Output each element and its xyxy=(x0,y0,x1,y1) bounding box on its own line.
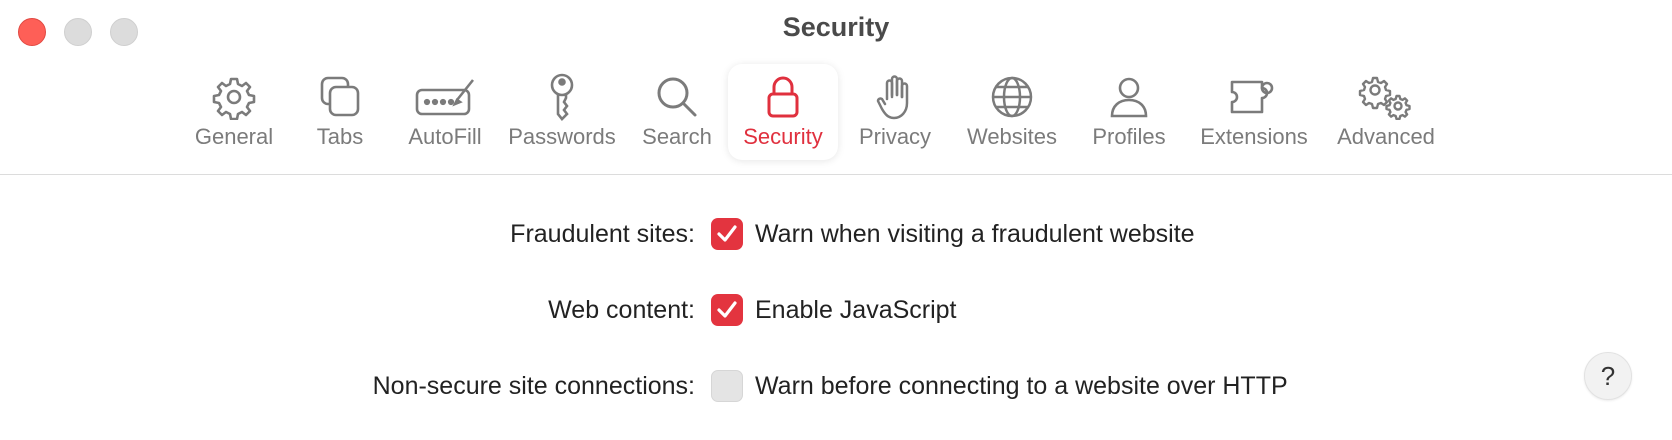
gears-icon xyxy=(1358,70,1414,124)
tab-autofill[interactable]: AutoFill xyxy=(392,64,498,160)
help-button[interactable]: ? xyxy=(1584,352,1632,400)
fraudulent-sites-checkbox[interactable] xyxy=(711,218,743,250)
tab-label: Security xyxy=(743,124,823,149)
tab-label: AutoFill xyxy=(408,124,482,149)
checkmark-icon xyxy=(717,225,737,242)
enable-javascript-checkbox[interactable] xyxy=(711,294,743,326)
setting-option-text[interactable]: Warn when visiting a fraudulent website xyxy=(755,220,1195,249)
setting-option-text[interactable]: Enable JavaScript xyxy=(755,296,957,325)
preferences-toolbar: General Tabs AutoFill Passwords Search S… xyxy=(180,64,1450,160)
setting-label: Fraudulent sites: xyxy=(510,220,695,248)
window-titlebar: Security General Tabs AutoFill Passwords… xyxy=(0,0,1672,175)
tab-extensions[interactable]: Extensions xyxy=(1186,64,1322,160)
setting-label: Web content: xyxy=(548,296,695,324)
tab-label: Websites xyxy=(966,124,1058,149)
window-title: Security xyxy=(782,12,890,42)
autofill-icon xyxy=(413,70,477,124)
tab-profiles[interactable]: Profiles xyxy=(1072,64,1186,160)
setting-row-fraudulent-sites: Fraudulent sites: Warn when visiting a f… xyxy=(0,214,1672,254)
tab-search[interactable]: Search xyxy=(626,64,728,160)
tab-label: Passwords xyxy=(508,124,616,149)
tab-advanced[interactable]: Advanced xyxy=(1322,64,1450,160)
lock-icon xyxy=(763,70,803,124)
person-icon xyxy=(1106,70,1152,124)
tabs-icon xyxy=(317,70,363,124)
tab-general[interactable]: General xyxy=(180,64,288,160)
tab-label: General xyxy=(194,124,274,149)
setting-row-web-content: Web content: Enable JavaScript xyxy=(0,290,1672,330)
gear-icon xyxy=(211,70,257,124)
checkmark-icon xyxy=(717,301,737,318)
globe-icon xyxy=(989,70,1035,124)
tab-label: Advanced xyxy=(1337,124,1435,149)
setting-row-non-secure-connections: Non-secure site connections: Warn before… xyxy=(0,366,1672,406)
tab-label: Extensions xyxy=(1200,124,1308,149)
tab-label: Profiles xyxy=(1092,124,1166,149)
warn-http-checkbox[interactable] xyxy=(711,370,743,402)
setting-label: Non-secure site connections: xyxy=(372,372,695,400)
hand-icon xyxy=(875,70,915,124)
tab-security[interactable]: Security xyxy=(728,64,838,160)
tab-privacy[interactable]: Privacy xyxy=(838,64,952,160)
tab-label: Tabs xyxy=(316,124,364,149)
tab-label: Search xyxy=(642,124,712,149)
tab-tabs[interactable]: Tabs xyxy=(288,64,392,160)
puzzle-icon xyxy=(1228,70,1280,124)
search-icon xyxy=(654,70,700,124)
setting-option-text[interactable]: Warn before connecting to a website over… xyxy=(755,372,1288,401)
tab-label: Privacy xyxy=(858,124,932,149)
tab-passwords[interactable]: Passwords xyxy=(498,64,626,160)
tab-websites[interactable]: Websites xyxy=(952,64,1072,160)
key-icon xyxy=(542,70,582,124)
